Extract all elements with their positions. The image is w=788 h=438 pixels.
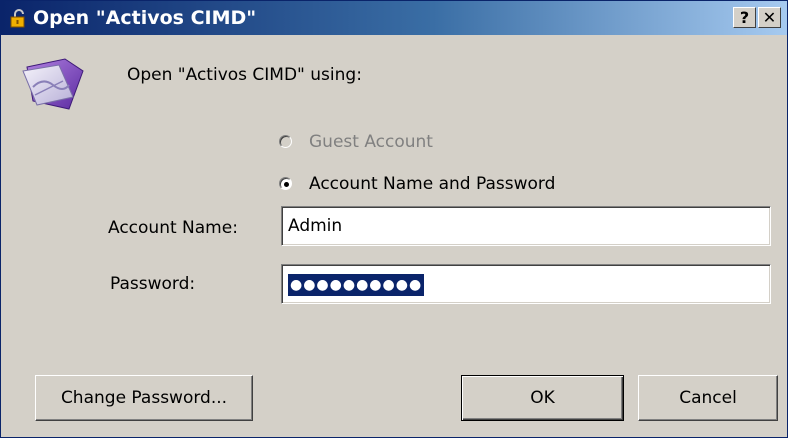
password-label: Password: — [110, 274, 196, 294]
window-title: Open "Activos CIMD" — [33, 7, 257, 29]
guest-account-radio — [279, 135, 292, 148]
account-name-field[interactable]: Admin — [281, 206, 771, 246]
open-file-dialog: Open "Activos CIMD" ? ✕ Open "Activos CI… — [0, 0, 788, 438]
account-password-radio[interactable] — [279, 177, 292, 190]
account-password-label[interactable]: Account Name and Password — [309, 173, 555, 195]
ok-button[interactable]: OK — [461, 375, 624, 421]
guest-account-label: Guest Account — [309, 132, 433, 152]
help-button[interactable]: ? — [733, 7, 756, 28]
cancel-button[interactable]: Cancel — [638, 375, 778, 421]
account-name-value[interactable]: Admin — [288, 216, 342, 236]
password-value[interactable]: ●●●●●●●●●● — [288, 274, 425, 296]
filemaker-app-icon — [22, 58, 84, 110]
title-bar[interactable]: Open "Activos CIMD" ? ✕ — [1, 1, 787, 35]
change-password-button[interactable]: Change Password... — [35, 375, 253, 421]
account-name-label: Account Name: — [108, 218, 238, 238]
open-using-prompt: Open "Activos CIMD" using: — [127, 65, 362, 85]
close-button[interactable]: ✕ — [758, 7, 781, 28]
radio-selected-dot — [284, 182, 289, 187]
unlocked-padlock-icon — [10, 9, 25, 28]
password-field[interactable]: ●●●●●●●●●● — [281, 264, 771, 304]
